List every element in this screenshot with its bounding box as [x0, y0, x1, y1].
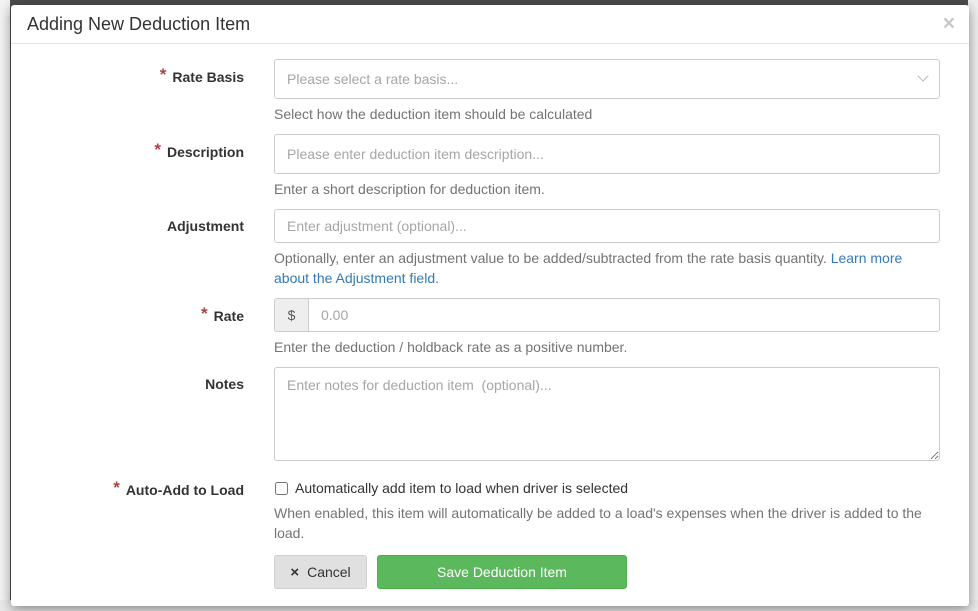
auto-add-label: * Auto-Add to Load [113, 478, 244, 498]
auto-add-checkbox[interactable] [275, 481, 288, 495]
adjustment-help: Optionally, enter an adjustment value to… [274, 250, 903, 286]
notes-textarea[interactable] [274, 367, 940, 461]
required-marker: * [201, 304, 208, 323]
rate-basis-help: Select how the deduction item should be … [274, 106, 593, 122]
cancel-button[interactable]: × Cancel [274, 555, 367, 589]
description-help: Enter a short description for deduction … [274, 181, 545, 197]
dollar-addon: $ [274, 298, 308, 332]
close-icon: × [290, 563, 300, 581]
save-button[interactable]: Save Deduction Item [377, 555, 627, 589]
required-marker: * [154, 140, 161, 159]
description-label: * Description [154, 140, 244, 160]
modal-header: Adding New Deduction Item × [11, 5, 969, 44]
cancel-button-label: Cancel [307, 564, 351, 580]
rate-label: * Rate [201, 304, 244, 324]
chevron-down-icon [917, 70, 929, 82]
rate-help: Enter the deduction / holdback rate as a… [274, 339, 628, 355]
required-marker: * [113, 478, 120, 497]
modal-title: Adding New Deduction Item [27, 14, 251, 34]
auto-add-checkbox-label: Automatically add item to load when driv… [295, 480, 629, 496]
adjustment-label: Adjustment [167, 218, 244, 234]
backdrop-right [968, 0, 978, 611]
rate-input-group: $ [274, 298, 940, 332]
rate-basis-select[interactable]: Please select a rate basis... [274, 59, 940, 99]
rate-basis-label: * Rate Basis [159, 65, 244, 85]
description-input[interactable] [274, 134, 940, 174]
auto-add-checkbox-wrapper[interactable]: Automatically add item to load when driv… [274, 480, 628, 496]
auto-add-help: When enabled, this item will automatical… [274, 505, 922, 541]
required-marker: * [159, 65, 167, 84]
close-icon[interactable]: × [943, 13, 955, 34]
rate-input[interactable] [308, 298, 940, 332]
backdrop-left [0, 0, 10, 611]
notes-label: Notes [205, 376, 244, 392]
rate-basis-placeholder: Please select a rate basis... [287, 71, 459, 87]
adjustment-input[interactable] [274, 209, 940, 243]
deduction-item-modal: Adding New Deduction Item × * Rate Basis … [11, 5, 969, 606]
